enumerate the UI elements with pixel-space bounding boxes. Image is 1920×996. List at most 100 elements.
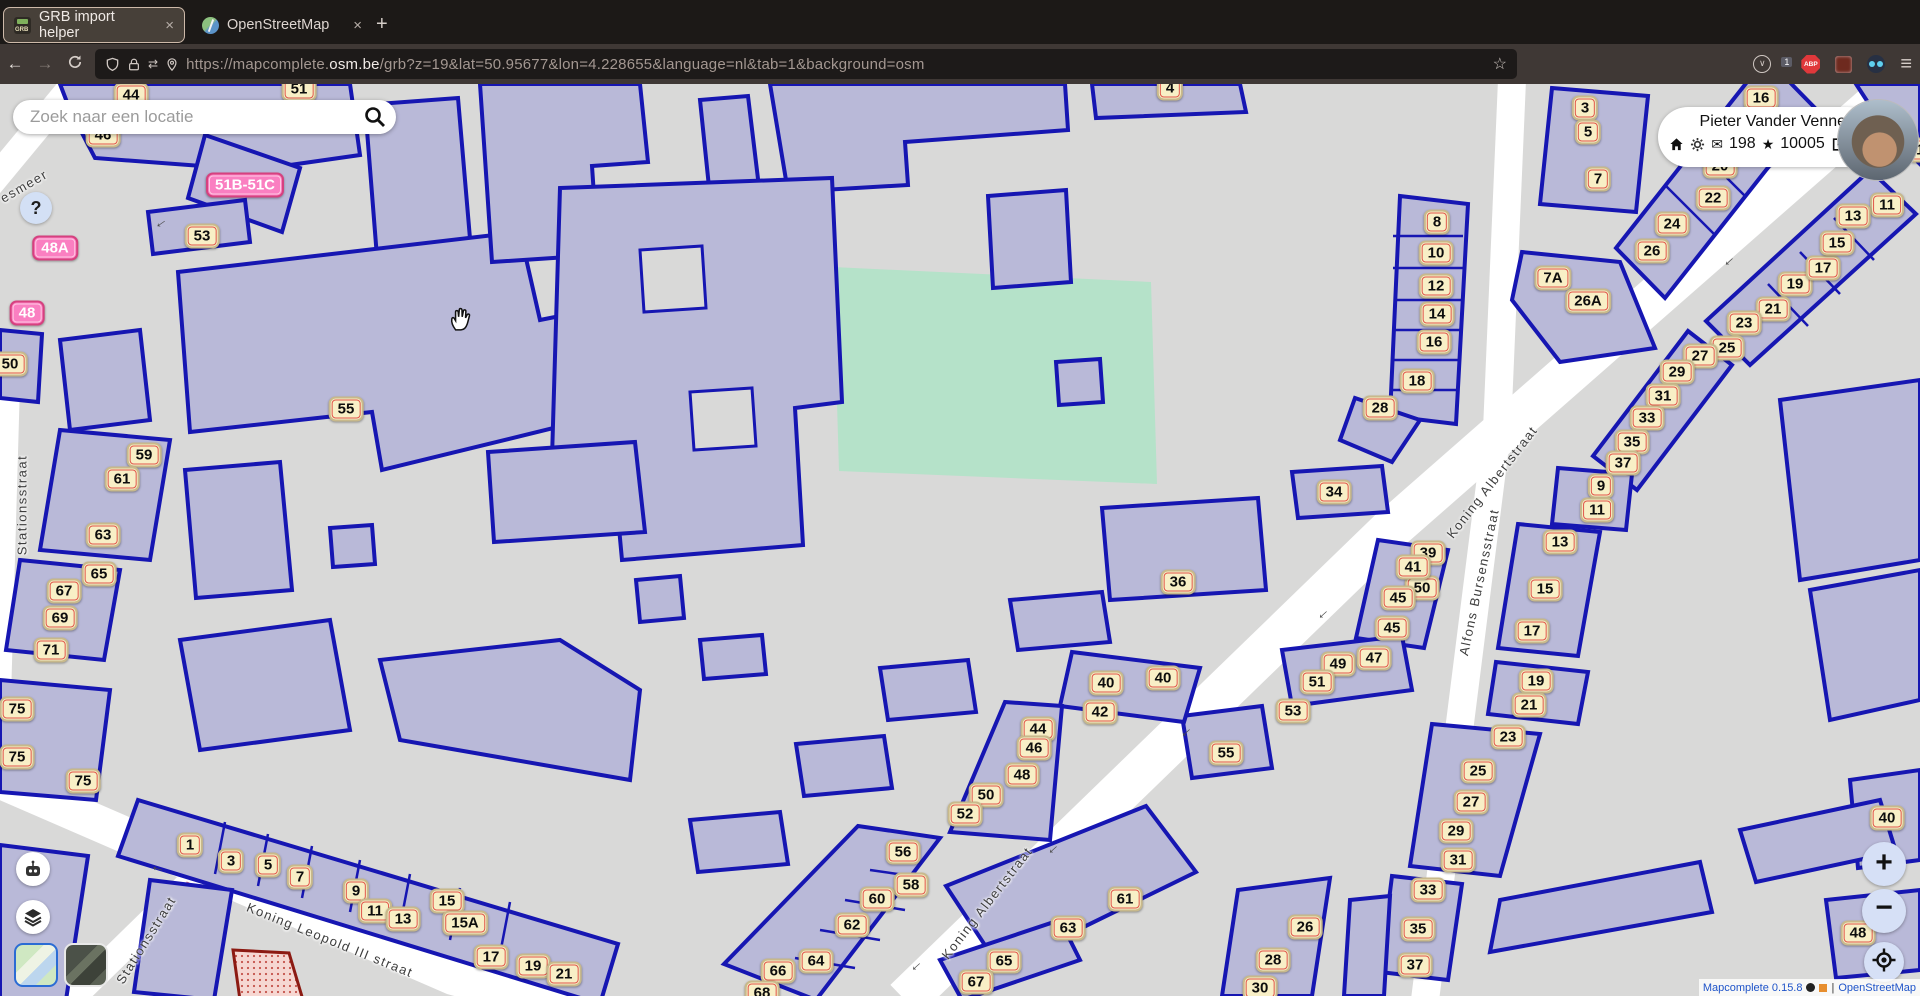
- housenumber-badge[interactable]: 17: [1806, 256, 1841, 281]
- housenumber-badge[interactable]: 53: [1276, 699, 1311, 724]
- housenumber-badge[interactable]: 27: [1454, 790, 1489, 815]
- housenumber-badge[interactable]: 46: [1017, 736, 1052, 761]
- housenumber-badge[interactable]: 55: [1209, 741, 1244, 766]
- tab-close-icon[interactable]: ×: [165, 17, 174, 34]
- housenumber-badge[interactable]: 13: [1543, 530, 1578, 555]
- housenumber-badge[interactable]: 23: [1491, 725, 1526, 750]
- housenumber-badge[interactable]: 7: [287, 865, 313, 890]
- housenumber-badge[interactable]: 53: [185, 224, 220, 249]
- housenumber-badge[interactable]: 29: [1660, 360, 1695, 385]
- housenumber-badge[interactable]: 65: [82, 562, 117, 587]
- permissions-icon[interactable]: ⇄: [148, 57, 158, 71]
- housenumber-badge[interactable]: 22: [1696, 186, 1731, 211]
- housenumber-badge[interactable]: 67: [959, 970, 994, 995]
- url-bar[interactable]: ⇄ https://mapcomplete.osm.be/grb?z=19&la…: [95, 49, 1517, 79]
- housenumber-badge[interactable]: 17: [1515, 619, 1550, 644]
- reload-button[interactable]: [60, 54, 90, 75]
- adblock-plus-icon[interactable]: ABP: [1801, 55, 1820, 74]
- housenumber-badge[interactable]: 8: [1424, 210, 1450, 235]
- housenumber-badge[interactable]: 17: [474, 945, 509, 970]
- tab-grb-import-helper[interactable]: GRB import helper ×: [4, 8, 184, 42]
- housenumber-badge[interactable]: 41: [1396, 555, 1431, 580]
- housenumber-badge[interactable]: 15A: [442, 911, 488, 936]
- housenumber-badge[interactable]: 65: [987, 949, 1022, 974]
- housenumber-badge[interactable]: 26: [1288, 915, 1323, 940]
- back-button[interactable]: ←: [0, 54, 30, 74]
- location-pin-icon[interactable]: [165, 57, 179, 72]
- search-icon[interactable]: [364, 106, 386, 128]
- housenumber-badge[interactable]: 50: [0, 352, 27, 377]
- housenumber-badge[interactable]: 42: [1083, 700, 1118, 725]
- housenumber-badge[interactable]: 12: [1419, 274, 1454, 299]
- housenumber-badge[interactable]: 13: [1836, 204, 1871, 229]
- housenumber-badge[interactable]: 15: [1820, 231, 1855, 256]
- housenumber-badge[interactable]: 14: [1420, 302, 1455, 327]
- housenumber-badge[interactable]: 28: [1363, 396, 1398, 421]
- housenumber-badge[interactable]: 5: [255, 853, 281, 878]
- housenumber-badge[interactable]: 63: [86, 523, 121, 548]
- housenumber-badge[interactable]: 61: [1108, 887, 1143, 912]
- housenumber-badge[interactable]: 48: [10, 301, 45, 326]
- housenumber-badge[interactable]: 16: [1417, 330, 1452, 355]
- housenumber-badge[interactable]: 23: [1727, 311, 1762, 336]
- housenumber-badge[interactable]: 33: [1630, 406, 1665, 431]
- housenumber-badge[interactable]: 56: [886, 840, 921, 865]
- housenumber-badge[interactable]: 26: [1635, 239, 1670, 264]
- housenumber-badge[interactable]: 69: [43, 606, 78, 631]
- housenumber-badge[interactable]: 51: [282, 84, 317, 102]
- housenumber-badge[interactable]: 40: [1146, 666, 1181, 691]
- housenumber-badge[interactable]: 75: [0, 697, 34, 722]
- zoom-in-button[interactable]: +: [1862, 842, 1906, 886]
- housenumber-badge[interactable]: 36: [1161, 570, 1196, 595]
- lock-icon[interactable]: [127, 57, 141, 72]
- zoom-out-button[interactable]: −: [1862, 889, 1906, 933]
- shield-icon[interactable]: [105, 57, 120, 72]
- housenumber-badge[interactable]: 3: [218, 849, 244, 874]
- housenumber-badge[interactable]: 61: [105, 467, 140, 492]
- housenumber-badge[interactable]: 21: [1512, 693, 1547, 718]
- user-avatar[interactable]: [1838, 100, 1918, 180]
- housenumber-badge[interactable]: 59: [127, 443, 162, 468]
- home-icon[interactable]: [1669, 137, 1684, 152]
- housenumber-badge[interactable]: 21: [547, 962, 582, 987]
- help-button[interactable]: ?: [20, 192, 52, 224]
- housenumber-badge[interactable]: 58: [894, 873, 929, 898]
- housenumber-badge[interactable]: 71: [34, 638, 69, 663]
- search-input[interactable]: [28, 106, 364, 128]
- housenumber-badge[interactable]: 25: [1461, 759, 1496, 784]
- extension-mask-icon[interactable]: [1867, 55, 1885, 73]
- geolocate-button[interactable]: [1864, 942, 1904, 982]
- housenumber-badge[interactable]: 10: [1419, 241, 1454, 266]
- housenumber-badge[interactable]: 33: [1411, 878, 1446, 903]
- location-search[interactable]: [13, 100, 396, 134]
- housenumber-badge[interactable]: 29: [1439, 819, 1474, 844]
- openstreetmap-link[interactable]: OpenStreetMap: [1838, 982, 1916, 994]
- housenumber-badge[interactable]: 34: [1317, 480, 1352, 505]
- housenumber-badge[interactable]: 11: [1580, 498, 1614, 523]
- tab-close-icon[interactable]: ×: [353, 17, 362, 34]
- housenumber-badge[interactable]: 47: [1357, 646, 1392, 671]
- housenumber-badge[interactable]: 51: [1300, 670, 1335, 695]
- housenumber-badge[interactable]: 3: [1572, 96, 1598, 121]
- housenumber-badge[interactable]: 26A: [1565, 289, 1611, 314]
- housenumber-badge[interactable]: 75: [0, 745, 34, 770]
- housenumber-badge[interactable]: 64: [799, 949, 834, 974]
- import-robot-button[interactable]: [16, 852, 50, 886]
- map-viewport[interactable]: Koning AlbertstraatKoning AlbertstraatAl…: [0, 84, 1920, 996]
- new-tab-button[interactable]: +: [376, 10, 388, 38]
- housenumber-badge[interactable]: 63: [1051, 916, 1086, 941]
- background-layer-map-thumbnail[interactable]: [14, 943, 58, 987]
- housenumber-badge[interactable]: 18: [1400, 369, 1435, 394]
- housenumber-badge[interactable]: 19: [516, 954, 551, 979]
- housenumber-badge[interactable]: 45: [1381, 586, 1416, 611]
- housenumber-badge[interactable]: 28: [1256, 948, 1291, 973]
- mail-icon[interactable]: ✉: [1711, 136, 1723, 153]
- housenumber-badge[interactable]: 67: [47, 579, 82, 604]
- housenumber-badge[interactable]: 60: [860, 887, 895, 912]
- housenumber-badge[interactable]: 15: [1528, 577, 1563, 602]
- housenumber-badge[interactable]: 1: [177, 833, 203, 858]
- bookmark-star-icon[interactable]: ☆: [1493, 54, 1507, 74]
- housenumber-badge[interactable]: 68: [745, 981, 780, 996]
- housenumber-badge[interactable]: 9: [1588, 474, 1614, 499]
- layers-button[interactable]: [16, 900, 50, 934]
